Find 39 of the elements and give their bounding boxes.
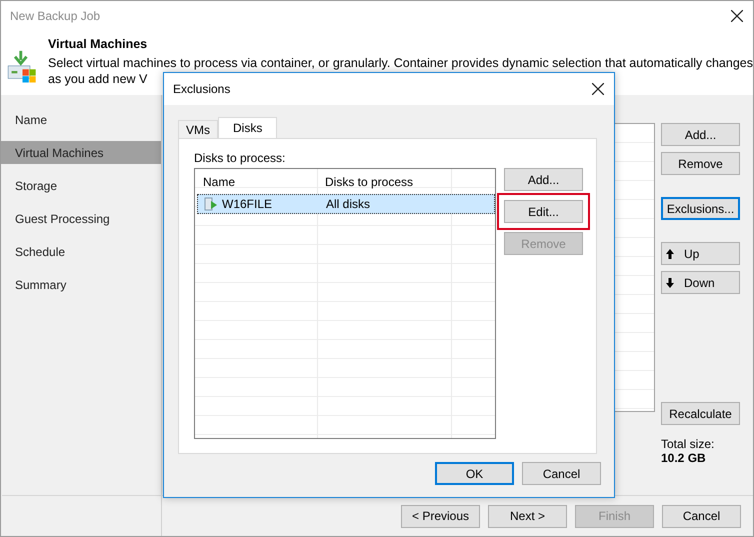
- dialog-button[interactable]: Add...: [504, 168, 583, 191]
- column-header[interactable]: Disks to process: [317, 169, 451, 194]
- tab[interactable]: VMs: [178, 120, 218, 138]
- tab[interactable]: Disks: [218, 117, 278, 138]
- page-description: as you add new V: [48, 71, 148, 87]
- vm-icon: [204, 197, 218, 211]
- action-button[interactable]: Remove: [661, 152, 740, 175]
- dialog-close-icon[interactable]: [592, 83, 604, 95]
- sidebar-item[interactable]: Storage: [1, 174, 161, 197]
- total-size-value: 10.2 GB: [661, 451, 707, 465]
- page-title: Virtual Machines: [48, 37, 148, 51]
- wizard-button[interactable]: < Previous: [401, 504, 480, 528]
- action-button[interactable]: Add...: [661, 123, 740, 146]
- up-arrow-icon: [666, 248, 674, 258]
- recalculate-button[interactable]: Recalculate: [661, 402, 740, 425]
- list-label: Disks to process:: [194, 151, 286, 165]
- sidebar-item[interactable]: Summary: [1, 273, 161, 296]
- dialog-footer-button[interactable]: OK: [435, 462, 514, 485]
- window-title: New Backup Job: [10, 9, 100, 23]
- total-size-label: Total size:: [661, 437, 716, 451]
- column-header[interactable]: Name: [195, 169, 317, 194]
- dialog-title: Exclusions: [173, 82, 230, 96]
- dialog-footer-button[interactable]: Cancel: [522, 462, 601, 485]
- down-button[interactable]: Down: [661, 271, 740, 294]
- wizard-button[interactable]: Next >: [488, 504, 567, 528]
- action-button[interactable]: Exclusions...: [661, 197, 740, 220]
- sidebar-item[interactable]: Name: [1, 108, 161, 131]
- sidebar-item[interactable]: Schedule: [1, 240, 161, 263]
- down-arrow-icon: [666, 278, 674, 288]
- table-cell-text: All disks: [325, 196, 372, 213]
- close-icon[interactable]: [731, 10, 743, 22]
- dialog-button[interactable]: Edit...: [504, 200, 583, 223]
- page-description: Select virtual machines to process via container, or granularly. Container provides dynamic selection that automatically changes: [48, 55, 753, 71]
- table-cell: W16FILE: [198, 195, 320, 213]
- table-row[interactable]: W16FILE All disks: [197, 194, 495, 214]
- up-button[interactable]: Up: [661, 242, 740, 265]
- sidebar-item[interactable]: Guest Processing: [1, 207, 161, 230]
- wizard-button[interactable]: Cancel: [662, 504, 741, 528]
- sidebar-item[interactable]: Virtual Machines: [1, 141, 161, 164]
